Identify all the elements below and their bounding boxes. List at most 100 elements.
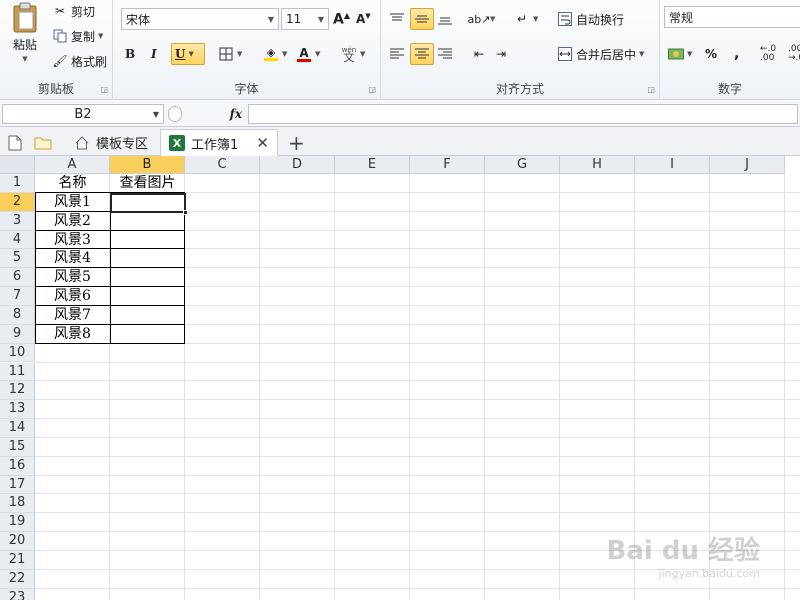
formula-bar-handle[interactable]: [168, 106, 182, 122]
copy-button[interactable]: 复制 ▼: [52, 25, 103, 47]
row-header-20[interactable]: 20: [0, 532, 35, 551]
font-color-button[interactable]: A ▼: [296, 43, 320, 65]
row-header-4[interactable]: 4: [0, 230, 35, 250]
text-direction-button[interactable]: ↵ ▼: [514, 8, 538, 30]
percent-button[interactable]: %: [705, 43, 717, 65]
comma-style-button[interactable]: ,: [734, 43, 739, 65]
increase-indent-button[interactable]: ⇥: [493, 43, 509, 65]
column-header-D[interactable]: D: [260, 156, 335, 174]
column-header-C[interactable]: C: [185, 156, 260, 174]
alignment-launcher-icon[interactable]: ◲: [647, 85, 655, 94]
column-header-G[interactable]: G: [485, 156, 560, 174]
decrease-decimal-button[interactable]: .00→.0: [788, 43, 800, 65]
font-size-select[interactable]: 11 ▼: [281, 8, 329, 30]
spreadsheet-grid[interactable]: ABCDEFGHIJ 1 2 3 4 5 6 7 8 9 10 11 12 13 14 15 16 17 18 19…: [0, 156, 800, 600]
format-painter-button[interactable]: 🖌 格式刷: [52, 50, 107, 72]
wrap-text-button[interactable]: 自动换行: [557, 8, 624, 30]
close-tab-icon[interactable]: ✕: [256, 134, 269, 152]
row-header-8[interactable]: 8: [0, 305, 35, 325]
row-header-3[interactable]: 3: [0, 211, 35, 231]
row-header-15[interactable]: 15: [0, 437, 35, 457]
phonetic-button[interactable]: wén 文 ▼: [341, 43, 366, 65]
number-format-select[interactable]: 常规: [664, 6, 800, 28]
copy-icon: [52, 28, 68, 44]
row-header-18[interactable]: 18: [0, 494, 35, 514]
name-box[interactable]: B2 ▼: [2, 104, 164, 124]
row-header-16[interactable]: 16: [0, 456, 35, 476]
row-header-19[interactable]: 19: [0, 513, 35, 533]
font-launcher-icon[interactable]: ◲: [368, 85, 376, 94]
underline-button[interactable]: U ▼: [171, 43, 205, 65]
shrink-font-button[interactable]: A▼: [356, 8, 371, 30]
clipboard-icon: [13, 2, 37, 33]
paste-dropdown-icon[interactable]: ▼: [22, 55, 27, 63]
align-top-button[interactable]: [389, 8, 405, 30]
cell-A1[interactable]: 名称: [35, 174, 110, 193]
row-header-17[interactable]: 17: [0, 475, 35, 495]
row-header-9[interactable]: 9: [0, 324, 35, 344]
scissors-icon: ✂: [54, 4, 66, 18]
paste-button[interactable]: 粘贴 ▼: [6, 2, 44, 70]
borders-button[interactable]: ▼: [218, 43, 242, 65]
open-folder-button[interactable]: [28, 129, 58, 156]
borders-dropdown-icon: ▼: [237, 50, 243, 58]
align-left-icon: [389, 46, 405, 62]
row-header-14[interactable]: 14: [0, 419, 35, 438]
paste-label: 粘贴: [12, 38, 37, 52]
tab-template-zone[interactable]: 模板专区: [66, 129, 156, 156]
decrease-decimal-icon: .00→.0: [788, 44, 800, 63]
row-header-22[interactable]: 22: [0, 569, 35, 589]
name-box-dropdown-icon[interactable]: ▼: [153, 110, 159, 119]
row-header-12[interactable]: 12: [0, 381, 35, 401]
cell-B1[interactable]: 查看图片: [110, 174, 185, 193]
font-size-value: 11: [286, 12, 302, 26]
column-header-F[interactable]: F: [410, 156, 485, 174]
row-header-2[interactable]: 2: [0, 192, 35, 212]
grid-hline: [35, 380, 800, 382]
row-header-7[interactable]: 7: [0, 287, 35, 306]
active-cell-B2[interactable]: [110, 193, 186, 213]
align-center-button[interactable]: [410, 43, 434, 65]
column-header-A[interactable]: A: [35, 156, 110, 174]
orientation-button[interactable]: ab↗ ▼: [468, 8, 496, 30]
clipboard-launcher-icon[interactable]: ◲: [100, 85, 108, 94]
select-all-corner[interactable]: [0, 156, 35, 174]
copy-dropdown-icon[interactable]: ▼: [98, 32, 103, 40]
grid-vline: [334, 174, 335, 600]
new-tab-button[interactable]: +: [280, 129, 313, 156]
align-left-button[interactable]: [389, 43, 405, 65]
column-header-I[interactable]: I: [635, 156, 710, 174]
accounting-format-button[interactable]: ▼: [668, 43, 692, 65]
row-header-23[interactable]: 23: [0, 588, 35, 600]
column-header-J[interactable]: J: [710, 156, 785, 174]
bold-button[interactable]: B: [125, 43, 135, 65]
cut-button[interactable]: ✂ 剪切: [52, 0, 95, 22]
increase-decimal-button[interactable]: ←.0.00: [760, 43, 776, 65]
align-bottom-button[interactable]: [437, 8, 453, 30]
formula-input[interactable]: [248, 104, 798, 124]
fill-color-button[interactable]: ◈ ▼: [263, 43, 287, 65]
tab-workbook1[interactable]: X 工作簿1 ✕: [160, 129, 278, 156]
row-header-11[interactable]: 11: [0, 362, 35, 382]
merge-center-button[interactable]: 合并后居中 ▼: [557, 43, 644, 65]
row-header-21[interactable]: 21: [0, 551, 35, 570]
row-header-5[interactable]: 5: [0, 249, 35, 269]
row-header-6[interactable]: 6: [0, 268, 35, 288]
align-right-button[interactable]: [437, 43, 453, 65]
fill-handle[interactable]: [183, 210, 188, 215]
column-header-E[interactable]: E: [335, 156, 410, 174]
new-document-button[interactable]: [2, 129, 28, 156]
plus-icon: +: [288, 130, 305, 155]
row-header-1[interactable]: 1: [0, 174, 35, 193]
align-middle-button[interactable]: [410, 8, 434, 30]
row-header-10[interactable]: 10: [0, 343, 35, 363]
insert-function-button[interactable]: fx: [230, 107, 242, 121]
decrease-indent-button[interactable]: ⇤: [471, 43, 487, 65]
column-header-H[interactable]: H: [560, 156, 635, 174]
italic-button[interactable]: I: [151, 43, 157, 65]
font-name-select[interactable]: 宋体 ▼: [121, 8, 279, 30]
row-header-13[interactable]: 13: [0, 400, 35, 420]
grow-font-button[interactable]: A▲: [333, 8, 350, 30]
column-header-B[interactable]: B: [110, 156, 185, 174]
grid-hline: [35, 587, 800, 589]
